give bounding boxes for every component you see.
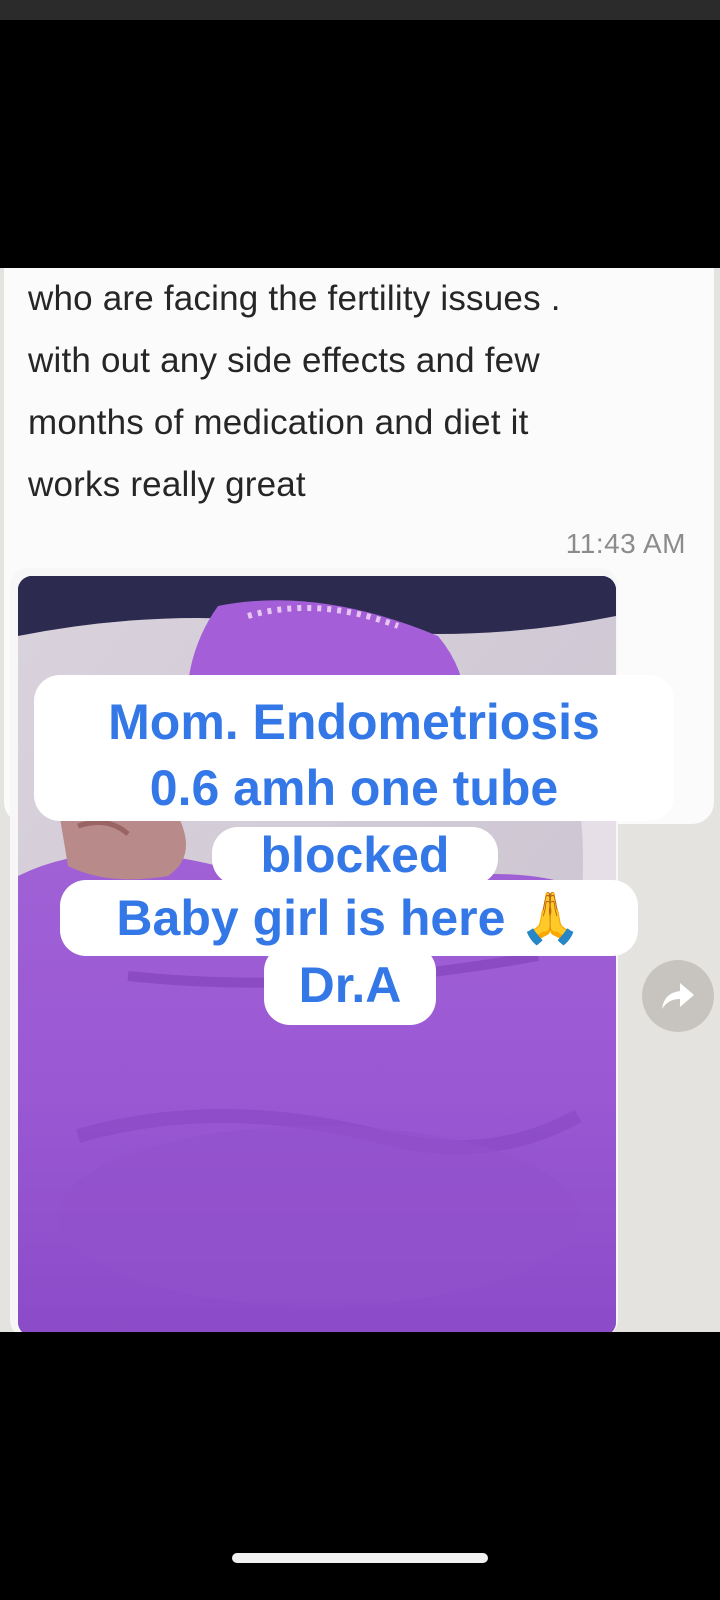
caption-line-3: blocked: [212, 827, 498, 885]
caption-line-1: Mom. Endometriosis: [108, 694, 600, 750]
message-text: who are facing the fertility issues . wi…: [28, 279, 561, 504]
forward-button[interactable]: [642, 960, 714, 1032]
status-bar: [0, 0, 720, 20]
home-indicator[interactable]: [232, 1553, 488, 1563]
caption-box: Mom. Endometriosis 0.6 amh one tube: [34, 675, 674, 821]
screen: who are facing the fertility issues . wi…: [0, 0, 720, 1600]
caption-line-2: 0.6 amh one tube: [149, 760, 559, 816]
message-timestamp: 11:43 AM: [565, 528, 686, 559]
caption-line-5: Dr.A: [264, 945, 436, 1025]
forward-arrow-icon: [662, 983, 694, 1009]
